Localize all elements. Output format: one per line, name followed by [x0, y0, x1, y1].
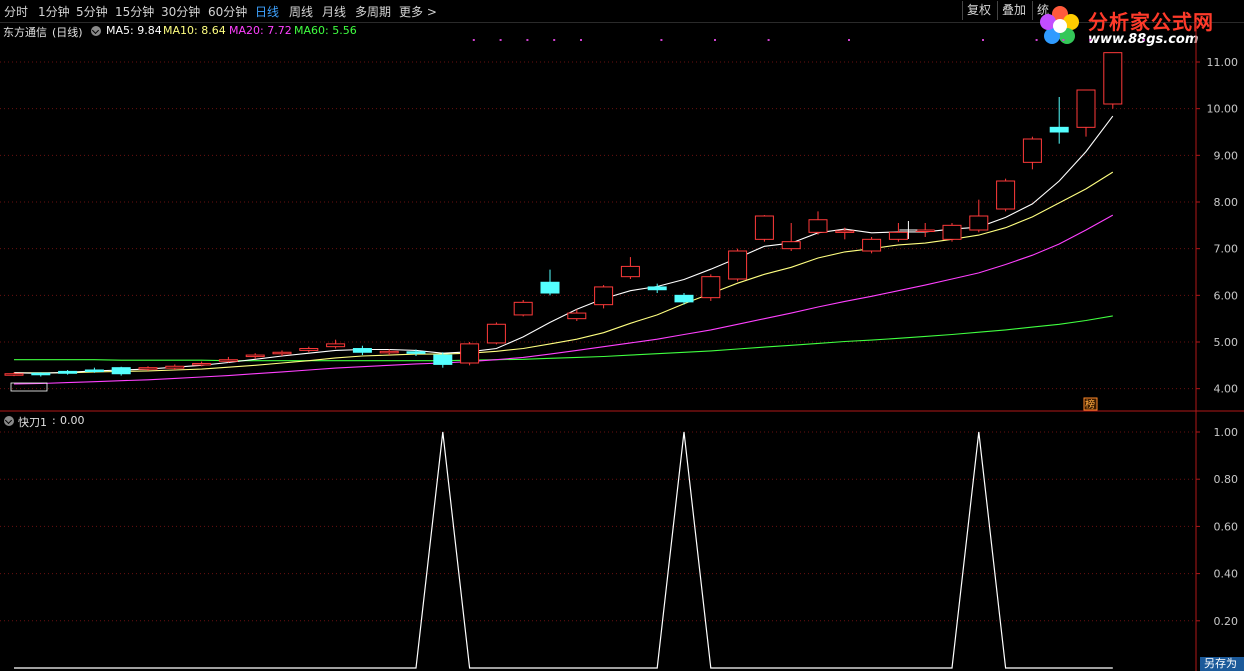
candle-body-up: [701, 276, 721, 299]
candle-body-down: [433, 354, 453, 365]
candle-body-down: [674, 294, 694, 303]
signal-dot-marker: [848, 39, 850, 41]
candle-body-up: [996, 180, 1016, 210]
price-tick-label: 11.00: [1207, 56, 1239, 69]
stock-chart[interactable]: 11.00 10.00 9.00 8.00 7.00 6.00 5.00 4.00 榜 1.00 0…: [0, 0, 1244, 671]
candle-body-up: [4, 373, 24, 376]
candle-body-up: [326, 343, 346, 348]
candle-body-up: [969, 215, 989, 231]
indicator-tick-label: 0.80: [1214, 473, 1239, 486]
candle-body-up: [594, 286, 614, 306]
candle-body-down: [58, 370, 78, 374]
signal-dot-marker: [1062, 39, 1065, 41]
signal-dot-marker: [767, 39, 770, 41]
candle-body-up: [808, 219, 828, 233]
candle-body-up: [835, 230, 855, 233]
candle-body-down: [647, 286, 667, 291]
candle-body-up: [460, 343, 480, 364]
candle-body-up: [1022, 138, 1042, 163]
candle-body-up: [862, 238, 882, 252]
ma60-line: [14, 315, 1113, 362]
signal-dot-marker: [982, 39, 984, 41]
candle-body-up: [165, 365, 185, 369]
candle-body-up: [567, 312, 587, 320]
signal-line: [14, 431, 1113, 669]
price-tick-label: 10.00: [1207, 103, 1239, 116]
candle-body-down: [31, 372, 51, 376]
ma20-line: [13, 214, 1114, 385]
candle-body-up: [728, 250, 748, 280]
candle-body-down: [406, 351, 426, 354]
candle-body-up: [379, 350, 399, 354]
ma10-line: [14, 171, 1114, 374]
signal-dot-marker: [1089, 39, 1092, 41]
candle-body-up: [888, 231, 908, 240]
candle-body-down: [352, 348, 372, 353]
candle-body-up: [513, 301, 533, 316]
ranking-marker-label: 榜: [1085, 398, 1095, 411]
indicator-tick-label: 1.00: [1214, 426, 1239, 439]
price-tick-label: 4.00: [1214, 383, 1239, 396]
candle-body-down: [1049, 126, 1069, 133]
signal-dot-marker: [1035, 39, 1038, 41]
candle-body-up: [299, 348, 319, 351]
candle-body-down: [111, 367, 131, 375]
signal-dot-marker: [660, 39, 663, 41]
signal-dot-marker: [714, 39, 716, 41]
candle-body-up: [272, 351, 292, 355]
candle-body-up: [781, 241, 801, 250]
indicator-tick-label: 0.60: [1214, 520, 1239, 533]
candle-body-up: [245, 354, 265, 358]
signal-dot-marker: [553, 39, 556, 41]
signal-dot-marker: [526, 39, 529, 41]
signal-dot-marker: [580, 39, 582, 41]
candle-body-up: [1076, 89, 1096, 128]
candle-body-down: [540, 281, 560, 294]
candle-body-up: [754, 215, 774, 240]
price-tick-label: 8.00: [1214, 196, 1239, 209]
signal-dot-marker: [499, 39, 502, 41]
price-tick-label: 9.00: [1214, 149, 1239, 162]
candle-body-up: [192, 362, 212, 366]
price-tick-label: 6.00: [1214, 289, 1239, 302]
candle-body-up: [1103, 52, 1123, 105]
candle-body-up: [486, 323, 506, 344]
candle-body-up: [915, 229, 935, 232]
indicator-tick-label: 0.40: [1214, 568, 1239, 581]
price-tick-label: 5.00: [1214, 336, 1239, 349]
candle-body-up: [620, 265, 640, 278]
indicator-tick-label: 0.20: [1214, 615, 1239, 628]
candle-body-up: [942, 224, 962, 240]
candle-body-up: [138, 367, 158, 370]
signal-dot-marker: [1142, 39, 1145, 41]
candle-body-up: [218, 359, 238, 362]
signal-dot-marker: [472, 39, 475, 41]
save-as-button[interactable]: 另存为: [1200, 657, 1244, 671]
price-tick-label: 7.00: [1214, 243, 1239, 256]
candle-body-down: [84, 369, 104, 372]
